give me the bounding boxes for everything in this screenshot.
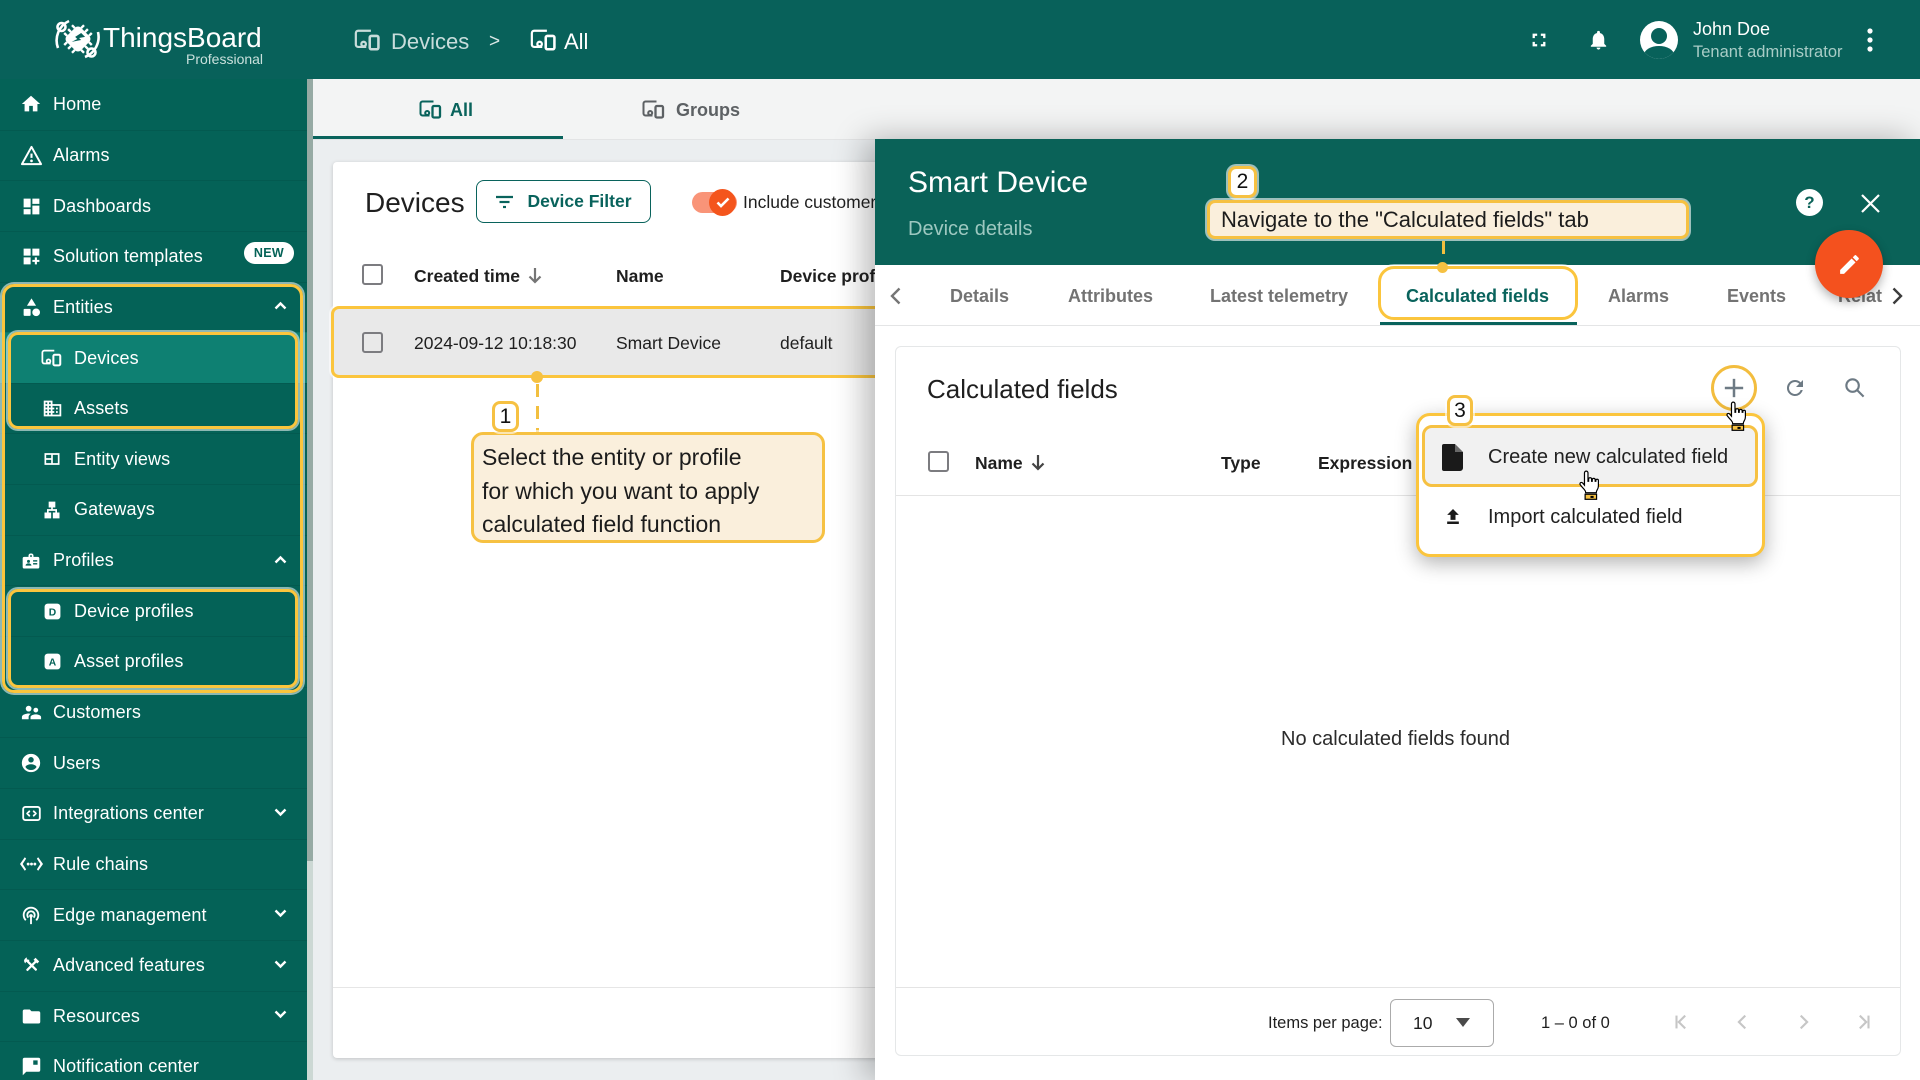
- svg-text:D: D: [48, 607, 55, 618]
- svg-text:A: A: [48, 658, 56, 669]
